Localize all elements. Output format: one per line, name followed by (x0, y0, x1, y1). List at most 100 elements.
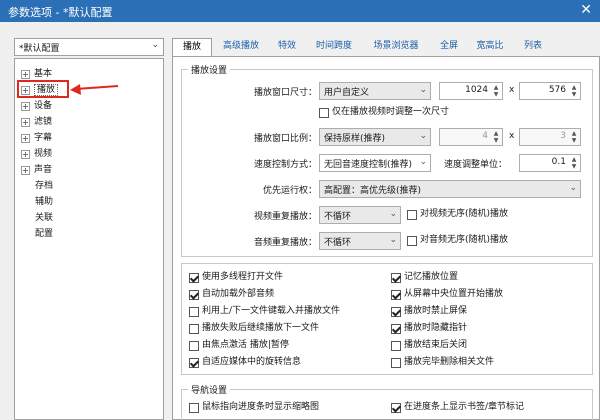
spin-up-icon[interactable]: ▲ (491, 130, 501, 137)
priority-select[interactable]: 高配置：高优先级(推荐) ⌄ (319, 180, 581, 198)
ratio-value: 保持原样(推荐) (324, 134, 386, 144)
tab-scene-browser[interactable]: 场景浏览器 (366, 38, 426, 56)
speed-select[interactable]: 无回音速度控制(推荐) ⌄ (319, 154, 431, 172)
checkmark-icon[interactable] (391, 306, 401, 317)
checkmark-icon[interactable] (391, 402, 401, 413)
expand-box-icon[interactable]: + (21, 101, 30, 111)
expand-box-icon[interactable]: + (21, 117, 30, 127)
tree-item-association[interactable]: 关联 (35, 211, 53, 225)
checkmark-icon[interactable] (391, 289, 401, 300)
option-checkbox[interactable]: 从屏幕中央位置开始播放 (391, 288, 503, 302)
group-title: 导航设置 (188, 383, 231, 396)
checkbox-box[interactable] (189, 323, 199, 334)
tree-item-assist[interactable]: 辅助 (35, 195, 53, 209)
tree-item-label: 滤镜 (34, 117, 53, 127)
checkbox-box[interactable] (391, 357, 401, 368)
ratio-width-spinner[interactable]: 4 ▲ ▼ (439, 128, 503, 146)
preset-select[interactable]: *默认配置 ⌄ (14, 38, 164, 56)
option-checkbox[interactable]: 播放时禁止屏保 (391, 305, 467, 319)
tab-playback[interactable]: 播放 (172, 38, 212, 58)
audio-random-checkbox[interactable]: 对音频无序(随机)播放 (407, 234, 508, 248)
checkmark-icon[interactable] (189, 289, 199, 300)
option-checkbox[interactable]: 自适应媒体中的旋转信息 (189, 356, 301, 370)
option-checkbox[interactable]: 利用上/下一文件键载入并播放文件 (189, 305, 340, 319)
checkbox-box[interactable] (407, 209, 417, 220)
expand-box-icon[interactable]: + (21, 165, 30, 175)
nav-thumbnail-checkbox[interactable]: 鼠标指向进度条时显示缩略图 (189, 401, 319, 415)
video-repeat-label: 视频重复播放： (253, 212, 317, 222)
tab-effects[interactable]: 特效 (272, 38, 302, 56)
nav-bookmark-checkbox[interactable]: 在进度条上显示书签/章节标记 (391, 401, 524, 415)
spin-up-icon[interactable]: ▲ (569, 84, 579, 91)
checkmark-icon[interactable] (391, 323, 401, 334)
spin-down-icon[interactable]: ▼ (569, 163, 579, 170)
close-icon[interactable]: ✕ (580, 2, 592, 18)
window-size-value: 用户自定义 (324, 88, 370, 98)
expand-box-icon[interactable]: + (21, 149, 30, 159)
option-checkbox[interactable]: 使用多线程打开文件 (189, 271, 283, 285)
tab-fullscreen[interactable]: 全屏 (434, 38, 464, 56)
option-checkbox[interactable]: 播放结束后关闭 (391, 339, 467, 353)
spin-down-icon[interactable]: ▼ (491, 137, 501, 144)
option-checkbox[interactable]: 自动加载外部音频 (189, 288, 274, 302)
tree-item-archive[interactable]: 存档 (35, 179, 53, 193)
checkbox-label: 播放时隐藏指针 (404, 323, 468, 333)
checkbox-box[interactable] (189, 340, 199, 351)
priority-label: 优先运行权： (262, 186, 317, 196)
option-checkbox[interactable]: 播放时隐藏指针 (391, 322, 467, 336)
speed-unit-spinner[interactable]: 0.1 ▲ ▼ (519, 154, 581, 172)
resize-once-checkbox[interactable]: 仅在播放视频时调整一次尺寸 (319, 106, 449, 120)
option-checkbox[interactable]: 播放失败后继续播放下一文件 (189, 322, 319, 336)
tab-aspect-ratio[interactable]: 宽高比 (470, 38, 510, 56)
video-random-checkbox[interactable]: 对视频无序(随机)播放 (407, 208, 508, 222)
expand-box-icon[interactable]: + (21, 133, 30, 143)
expand-box-icon[interactable]: + (21, 69, 30, 79)
times-sign: x (509, 131, 515, 141)
checkbox-box[interactable] (319, 107, 329, 118)
tab-timespan[interactable]: 时间跨度 (310, 38, 358, 56)
option-checkbox[interactable]: 由焦点激活 播放|暂停 (189, 339, 289, 353)
checkmark-icon[interactable] (189, 357, 199, 368)
category-tree[interactable]: + 基本 + 播放 + 设备 + 滤镜 + 字幕 + 视频 + 声音 存档 辅助 关联 配置 (14, 58, 164, 420)
audio-repeat-select[interactable]: 不循环 ⌄ (319, 232, 401, 250)
height-spinner[interactable]: 576 ▲ ▼ (519, 82, 581, 100)
height-value: 576 (548, 85, 566, 95)
ratio-width-value: 4 (482, 131, 488, 141)
spin-down-icon[interactable]: ▼ (569, 91, 579, 98)
ratio-select[interactable]: 保持原样(推荐) ⌄ (319, 128, 431, 146)
checkmark-icon[interactable] (391, 272, 401, 283)
width-spinner[interactable]: 1024 ▲ ▼ (439, 82, 503, 100)
tree-item-config[interactable]: 配置 (35, 227, 53, 241)
checkbox-box[interactable] (189, 306, 199, 317)
speed-unit-value: 0.1 (551, 157, 566, 167)
tree-item-subtitle[interactable]: + 字幕 (21, 131, 52, 145)
tree-item-audio[interactable]: + 声音 (21, 163, 52, 177)
checkbox-box[interactable] (391, 340, 401, 351)
spin-down-icon[interactable]: ▼ (491, 91, 501, 98)
checkbox-label: 对音频无序(随机)播放 (420, 235, 509, 245)
checkbox-box[interactable] (189, 402, 199, 413)
tree-item-video[interactable]: + 视频 (21, 147, 52, 161)
option-checkbox[interactable]: 记忆播放位置 (391, 271, 458, 285)
window-size-select[interactable]: 用户自定义 ⌄ (319, 82, 431, 100)
tree-item-basic[interactable]: + 基本 (21, 67, 52, 81)
checkbox-box[interactable] (407, 235, 417, 246)
video-repeat-select[interactable]: 不循环 ⌄ (319, 206, 401, 224)
speed-unit-label: 速度调整单位： (443, 160, 507, 170)
tree-item-device[interactable]: + 设备 (21, 99, 52, 113)
tab-advanced-playback[interactable]: 高级播放 (216, 38, 266, 56)
checkbox-label: 播放失败后继续播放下一文件 (202, 323, 320, 333)
checkmark-icon[interactable] (189, 272, 199, 283)
tab-list[interactable]: 列表 (518, 38, 548, 56)
speed-label: 速度控制方式： (253, 160, 317, 170)
spin-up-icon[interactable]: ▲ (569, 130, 579, 137)
checkbox-label: 利用上/下一文件键载入并播放文件 (202, 306, 341, 316)
checkbox-label: 使用多线程打开文件 (202, 272, 284, 282)
dropdown-caret-icon: ⌄ (389, 235, 397, 245)
ratio-height-spinner[interactable]: 3 ▲ ▼ (519, 128, 581, 146)
tree-item-filter[interactable]: + 滤镜 (21, 115, 52, 129)
spin-up-icon[interactable]: ▲ (491, 84, 501, 91)
spin-down-icon[interactable]: ▼ (569, 137, 579, 144)
spin-up-icon[interactable]: ▲ (569, 156, 579, 163)
option-checkbox[interactable]: 播放完毕删除相关文件 (391, 356, 494, 370)
